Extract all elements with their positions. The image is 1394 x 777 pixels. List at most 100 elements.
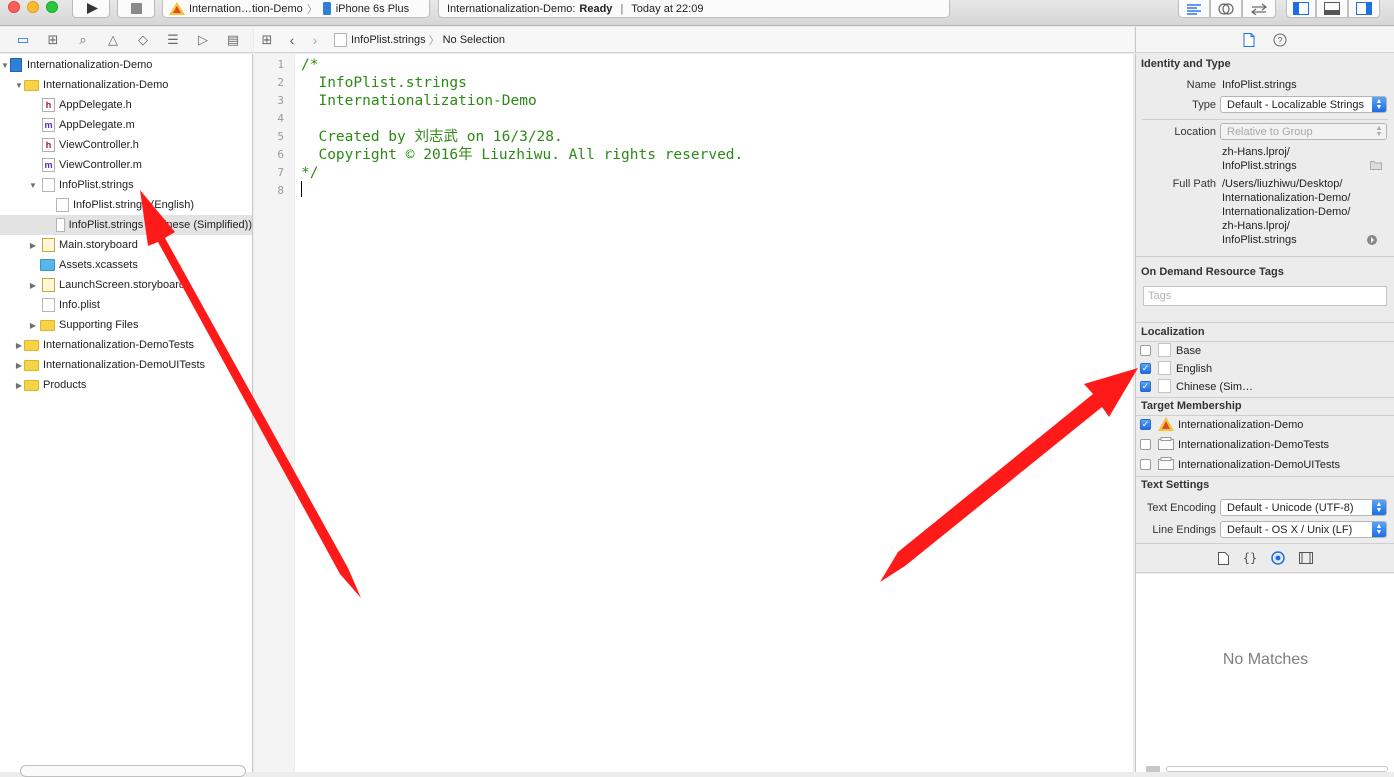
localization-checkbox-chinese[interactable]: ✓ xyxy=(1140,381,1151,392)
assistant-editor-button[interactable] xyxy=(1210,0,1242,18)
scheme-selector[interactable]: Internation…tion-Demo 〉 iPhone 6s Plus xyxy=(162,0,430,18)
code-snippet-icon[interactable]: {} xyxy=(1243,551,1257,565)
document-icon xyxy=(334,32,347,47)
section-header-target: Target Membership xyxy=(1141,400,1242,412)
line-number: 7 xyxy=(277,166,284,179)
tree-item-file[interactable]: Assets.xcassets xyxy=(0,255,252,275)
type-popup[interactable]: Default - Localizable Strings ▲ ▼ xyxy=(1220,96,1387,113)
tree-item-group[interactable]: ▶ Products xyxy=(0,375,252,395)
divider xyxy=(1136,415,1394,416)
quick-help-icon[interactable]: ? xyxy=(1273,33,1287,47)
tree-item-variant-group[interactable]: ▶ LaunchScreen.storyboard xyxy=(0,275,252,295)
line-number: 2 xyxy=(277,76,284,89)
localization-checkbox-base[interactable] xyxy=(1140,345,1151,356)
full-path-line: /Users/liuzhiwu/Desktop/ xyxy=(1222,178,1343,190)
left-panel-icon xyxy=(1293,2,1309,15)
tree-item-file[interactable]: m AppDelegate.m xyxy=(0,115,252,135)
line-number: 6 xyxy=(277,148,284,161)
library-view-toggle[interactable] xyxy=(1146,766,1160,772)
target-checkbox-tests[interactable] xyxy=(1140,439,1151,450)
disclosure-closed-icon: ▶ xyxy=(15,380,23,390)
report-navigator-tab[interactable]: ▤ xyxy=(218,31,248,49)
location-popup[interactable]: Relative to Group ▲ ▼ xyxy=(1220,123,1387,140)
text-caret xyxy=(301,181,302,197)
align-left-icon xyxy=(1187,3,1201,15)
standard-editor-button[interactable] xyxy=(1178,0,1210,18)
tree-item-label: Assets.xcassets xyxy=(59,259,138,271)
file-template-icon[interactable] xyxy=(1217,551,1229,565)
chevron-right-icon: 〉 xyxy=(306,3,318,16)
navigator-filter-field[interactable] xyxy=(20,765,246,777)
close-window-button[interactable] xyxy=(8,1,20,13)
source-editor[interactable]: /* InfoPlist.strings Internationalizatio… xyxy=(295,54,1133,772)
location-path-line: InfoPlist.strings xyxy=(1222,160,1297,172)
text-encoding-value: Default - Unicode (UTF-8) xyxy=(1227,501,1354,514)
tree-item-project[interactable]: ▼ Internationalization-Demo xyxy=(0,55,252,75)
tree-item-group[interactable]: ▼ Internationalization-Demo xyxy=(0,75,252,95)
target-checkbox-app[interactable]: ✓ xyxy=(1140,419,1151,430)
tree-item-file-selected[interactable]: InfoPlist.strings (Chinese (Simplified)) xyxy=(0,215,252,235)
divider xyxy=(1136,256,1394,257)
minimize-window-button[interactable] xyxy=(27,1,39,13)
debug-navigator-tab[interactable]: ☰ xyxy=(158,31,188,49)
tree-item-file[interactable]: h AppDelegate.h xyxy=(0,95,252,115)
test-navigator-tab[interactable]: ◇ xyxy=(128,31,158,49)
related-items-icon[interactable]: ⊞ xyxy=(254,32,280,48)
project-navigator-tab[interactable]: ▭ xyxy=(8,31,38,49)
swap-arrows-icon xyxy=(1251,3,1267,15)
media-library-icon[interactable] xyxy=(1299,552,1314,564)
stop-button[interactable] xyxy=(117,0,155,18)
target-label: Internationalization-DemoUITests xyxy=(1178,459,1341,471)
breakpoint-navigator-tab[interactable]: ▷ xyxy=(188,31,218,49)
tree-item-group[interactable]: ▶ Internationalization-DemoUITests xyxy=(0,355,252,375)
tree-item-variant-group[interactable]: ▼ InfoPlist.strings xyxy=(0,175,252,195)
right-panel-icon xyxy=(1356,2,1372,15)
choose-folder-icon[interactable] xyxy=(1370,160,1382,170)
toggle-navigator-button[interactable] xyxy=(1286,0,1316,18)
toggle-utilities-button[interactable] xyxy=(1348,0,1380,18)
tree-item-group[interactable]: ▶ Supporting Files xyxy=(0,315,252,335)
code-line: Copyright © 2016年 Liuzhiwu. All rights r… xyxy=(301,147,744,163)
disclosure-open-icon: ▼ xyxy=(15,80,23,90)
target-checkbox-uitests[interactable] xyxy=(1140,459,1151,470)
window-toolbar: Internation…tion-Demo 〉 iPhone 6s Plus I… xyxy=(0,0,1394,26)
scheme-name: Internation…tion-Demo xyxy=(189,2,303,15)
reveal-in-finder-icon[interactable] xyxy=(1366,234,1378,246)
back-arrow-icon[interactable]: ‹ xyxy=(280,32,304,48)
find-navigator-tab[interactable]: ⌕ xyxy=(68,31,98,49)
text-encoding-popup[interactable]: Default - Unicode (UTF-8) ▲ ▼ xyxy=(1220,499,1387,516)
line-number: 3 xyxy=(277,94,284,107)
symbol-navigator-tab[interactable]: ⊞ xyxy=(38,31,68,49)
library-filter-field[interactable] xyxy=(1166,766,1388,772)
tree-item-variant-group[interactable]: ▶ Main.storyboard xyxy=(0,235,252,255)
divider xyxy=(1136,476,1394,477)
toggle-debug-area-button[interactable] xyxy=(1316,0,1348,18)
tree-item-group[interactable]: ▶ Internationalization-DemoTests xyxy=(0,335,252,355)
disclosure-closed-icon: ▶ xyxy=(15,340,23,350)
jumpbar-selection[interactable]: No Selection xyxy=(443,34,505,46)
tree-item-file[interactable]: InfoPlist.strings (English) xyxy=(0,195,252,215)
line-number: 1 xyxy=(277,58,284,71)
implementation-file-icon: m xyxy=(42,158,55,172)
jumpbar-file[interactable]: InfoPlist.strings xyxy=(351,34,426,46)
iphone-device-icon xyxy=(322,2,331,15)
name-label: Name xyxy=(1186,79,1216,91)
library-list[interactable] xyxy=(1136,574,1394,772)
updown-arrows-icon: ▲ ▼ xyxy=(1372,97,1386,112)
run-button[interactable] xyxy=(72,0,110,18)
tags-field[interactable]: Tags xyxy=(1143,286,1387,306)
localization-checkbox-english[interactable]: ✓ xyxy=(1140,363,1151,374)
tree-item-label: Main.storyboard xyxy=(59,239,138,251)
tree-item-file[interactable]: h ViewController.h xyxy=(0,135,252,155)
object-library-icon[interactable] xyxy=(1271,551,1285,565)
issue-navigator-tab[interactable]: △ xyxy=(98,31,128,49)
file-inspector-icon[interactable] xyxy=(1243,33,1255,47)
tree-item-file[interactable]: Info.plist xyxy=(0,295,252,315)
name-value[interactable]: InfoPlist.strings xyxy=(1222,79,1297,91)
tree-item-file[interactable]: m ViewController.m xyxy=(0,155,252,175)
zoom-window-button[interactable] xyxy=(46,1,58,13)
line-endings-popup[interactable]: Default - OS X / Unix (LF) ▲ ▼ xyxy=(1220,521,1387,538)
forward-arrow-icon[interactable]: › xyxy=(304,32,326,48)
version-editor-button[interactable] xyxy=(1242,0,1276,18)
